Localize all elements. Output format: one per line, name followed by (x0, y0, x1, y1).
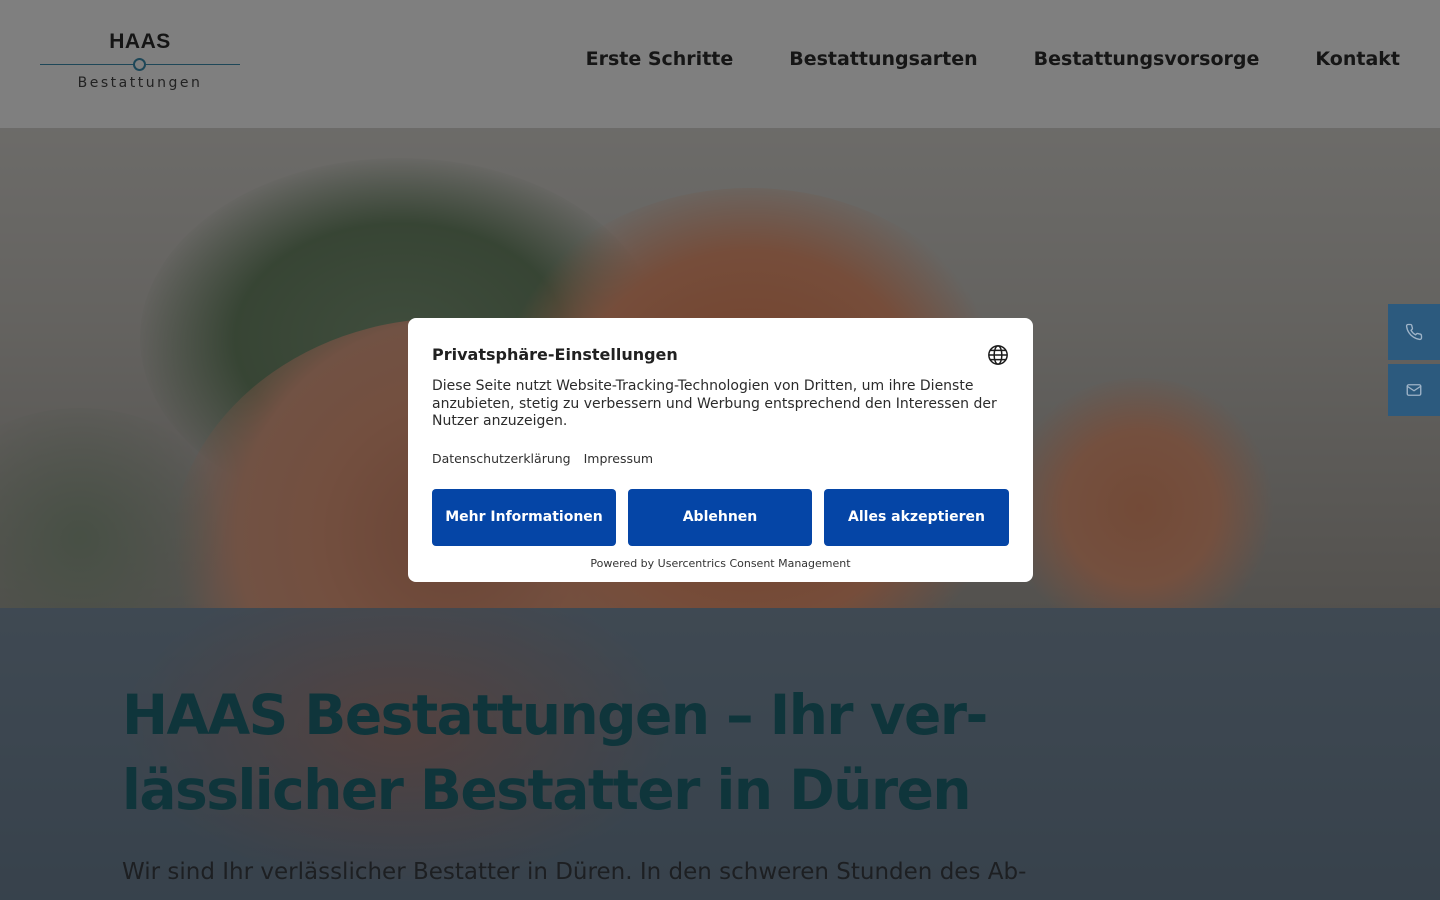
consent-links: Datenschutzerklärung Impressum (432, 451, 653, 466)
consent-dialog: Privatsphäre-Einstellungen Diese Seite n… (408, 318, 1033, 582)
more-info-button[interactable]: Mehr Informationen (432, 489, 616, 546)
mail-icon (1406, 384, 1422, 396)
phone-icon (1405, 323, 1423, 341)
consent-title: Privatsphäre-Einstellungen (432, 345, 678, 364)
side-phone-button[interactable] (1388, 304, 1440, 360)
accept-all-button[interactable]: Alles akzeptieren (824, 489, 1009, 546)
powered-by-text: Powered by Usercentrics Consent Manageme… (590, 557, 851, 570)
privacy-policy-link[interactable]: Datenschutzerklärung (432, 451, 571, 466)
deny-button[interactable]: Ablehnen (628, 489, 812, 546)
consent-description: Diese Seite nutzt Website-Tracking-Techn… (432, 378, 997, 429)
side-mail-button[interactable] (1388, 364, 1440, 416)
imprint-link[interactable]: Impressum (584, 451, 653, 466)
consent-buttons: Mehr Informationen Ablehnen Alles akzept… (432, 489, 1009, 546)
globe-icon[interactable] (987, 344, 1009, 366)
